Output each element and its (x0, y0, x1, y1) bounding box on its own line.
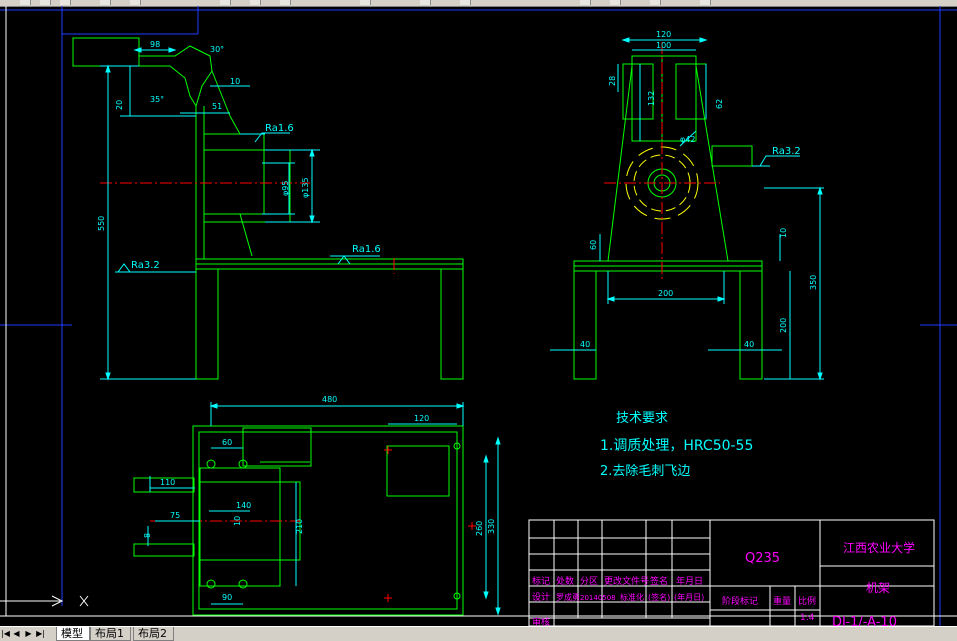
side-dim-200-vertical: 200 (779, 318, 788, 333)
tech-req-title: 技术要求 (616, 411, 668, 426)
toolbar-button[interactable] (250, 0, 261, 5)
title-row2-col3: 20140508 (580, 594, 616, 602)
side-view: 120 100 28 132 62 φ42 Ra3.2 10 60 350 20… (550, 30, 824, 381)
tab-layout-1[interactable]: 布局1 (90, 627, 131, 641)
title-row2-col4: 标准化 (620, 592, 644, 602)
title-block-part-name: 机架 (866, 581, 890, 595)
dim-98: 98 (150, 40, 160, 49)
side-dim-40-left: 40 (580, 340, 590, 349)
title-block-drawing-no: DJ-1/-A-10 (832, 615, 897, 626)
top-dim-90: 90 (222, 593, 232, 602)
toolbar-button[interactable] (360, 0, 371, 5)
technical-requirements: 技术要求 1.调质处理，HRC50-55 2.去除毛刺飞边 (600, 411, 753, 479)
toolbar-button[interactable] (20, 0, 31, 5)
top-dim-60: 60 (222, 438, 232, 447)
toolbar-button[interactable] (650, 0, 661, 5)
title-row2-col6: (年月日) (674, 592, 704, 602)
top-dim-210: 210 (295, 519, 304, 534)
title-row1-col6: 年月日 (676, 575, 703, 587)
nav-prev-icon[interactable]: ◀ (12, 628, 21, 639)
top-dim-10: 10 (233, 516, 242, 526)
toolbar-button[interactable] (700, 0, 711, 5)
side-dim-phi42: φ42 (680, 135, 695, 144)
side-dim-40-right: 40 (744, 340, 754, 349)
nav-first-icon[interactable]: |◀ (1, 628, 10, 639)
toolbar-button[interactable] (100, 0, 111, 5)
toolbar-button[interactable] (280, 0, 291, 5)
toolbar-button[interactable] (610, 0, 621, 5)
top-dim-260: 260 (475, 521, 484, 536)
side-dim-100: 100 (656, 41, 671, 50)
title-row1-col5: 签名 (650, 575, 668, 587)
top-dim-330: 330 (487, 519, 496, 534)
top-dim-8: 8 (143, 533, 152, 538)
side-dim-10: 10 (779, 228, 788, 238)
tech-req-line-1: 1.调质处理，HRC50-55 (600, 438, 753, 454)
nav-last-icon[interactable]: ▶| (36, 628, 45, 639)
top-dim-140: 140 (236, 501, 251, 510)
toolbar-button[interactable] (420, 0, 431, 5)
title-block-scale: 1:4 (800, 613, 815, 623)
title-block-material: Q235 (745, 551, 780, 566)
toolbar-button[interactable] (460, 0, 471, 5)
ucs-icon (0, 595, 89, 607)
dim-ra16-plate: Ra1.6 (352, 244, 381, 255)
dim-30deg: 30° (210, 45, 224, 54)
title-block-weight: 重量 (773, 595, 791, 607)
toolbar-button[interactable] (580, 0, 591, 5)
title-row1-col1: 标记 (532, 575, 550, 587)
dim-phi135: φ135 (301, 177, 310, 198)
top-dim-110: 110 (160, 478, 175, 487)
side-dim-200-horizontal: 200 (658, 289, 673, 298)
title-row2-col2: 罗成勇 (556, 592, 580, 602)
title-row1-col4: 更改文件号 (604, 575, 649, 587)
dim-phi95: φ95 (281, 181, 290, 196)
dim-51: 51 (212, 102, 222, 111)
side-dim-120: 120 (656, 30, 671, 39)
front-view: 98 30° 10 35° 20 51 Ra1.6 φ95 φ135 550 R… (72, 37, 464, 381)
title-row2-col5: (签名) (648, 592, 670, 602)
toolbar-button[interactable] (220, 0, 231, 5)
title-block-review: 审核 (532, 616, 550, 626)
dim-550: 550 (97, 216, 106, 231)
tab-layout-2[interactable]: 布局2 (133, 627, 174, 641)
dim-ra16-top: Ra1.6 (265, 123, 294, 134)
dim-10: 10 (230, 77, 240, 86)
side-dim-28: 28 (608, 76, 617, 86)
tech-req-line-2: 2.去除毛刺飞边 (600, 464, 690, 479)
top-dim-480: 480 (322, 395, 337, 404)
title-block-stage: 阶段标记 (722, 595, 758, 607)
title-block-school: 江西农业大学 (843, 540, 915, 555)
top-view: 480 120 60 110 140 75 10 8 210 260 330 9… (133, 395, 501, 616)
dim-ra32-left: Ra3.2 (131, 260, 160, 271)
side-dim-62: 62 (715, 99, 724, 109)
top-dim-120: 120 (414, 414, 429, 423)
layout-tab-bar: |◀ ◀ ▶ ▶| 模型 布局1 布局2 (0, 626, 957, 641)
nav-next-icon[interactable]: ▶ (24, 628, 33, 639)
side-dim-ra32: Ra3.2 (772, 146, 801, 157)
top-dim-75: 75 (170, 511, 180, 520)
side-dim-350: 350 (809, 275, 818, 290)
toolbar-button[interactable] (130, 0, 141, 5)
side-dim-60: 60 (589, 240, 598, 250)
title-row2-col1: 设计 (532, 591, 550, 603)
title-block: Q235 江西农业大学 机架 标记 处数 分区 更改文件号 签名 年月日 设计 … (528, 519, 935, 626)
toolbar-button[interactable] (40, 0, 51, 5)
dim-20: 20 (115, 100, 124, 110)
dim-35deg: 35° (150, 95, 164, 104)
title-row1-col2: 处数 (556, 575, 574, 587)
title-block-scale-label: 比例 (798, 595, 816, 607)
toolbar-button[interactable] (60, 0, 71, 5)
drawing-canvas[interactable]: 98 30° 10 35° 20 51 Ra1.6 φ95 φ135 550 R… (0, 6, 957, 626)
title-row1-col3: 分区 (580, 576, 598, 587)
side-dim-132: 132 (647, 91, 656, 106)
tab-model[interactable]: 模型 (56, 627, 90, 641)
